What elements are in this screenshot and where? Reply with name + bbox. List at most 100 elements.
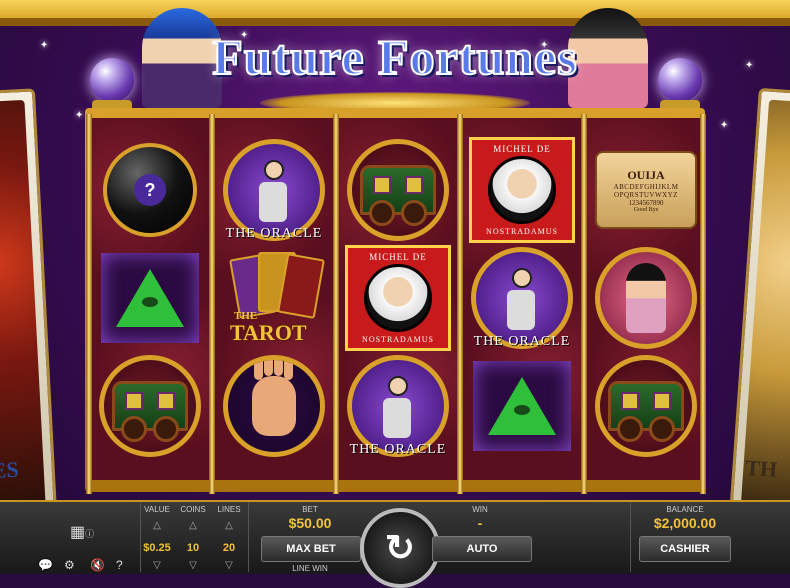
sparkle-icon: ✦ (75, 110, 84, 121)
symbol-gypsy-wagon (593, 352, 699, 460)
sparkle-icon: ✦ (40, 40, 49, 51)
reel-divider (700, 114, 706, 494)
pyramid-tile (101, 253, 199, 343)
symbol-all-seeing-pyramid (469, 352, 575, 460)
spin-arrow-icon: ↻ (384, 527, 416, 568)
oracle-label: THE ORACLE (225, 226, 323, 241)
magic-8-ball-icon: ? (103, 143, 197, 237)
value-down-arrow-icon[interactable]: ▽ (142, 560, 172, 571)
nostradamus-top-text: MICHEL DE (493, 144, 551, 154)
nostradamus-portrait (488, 156, 556, 224)
fortune-teller-right (568, 8, 648, 108)
ouija-numbers: 1234567890 (628, 198, 664, 207)
symbol-the-oracle: THE ORACLE (221, 136, 327, 244)
symbol-gypsy-wagon (97, 352, 203, 460)
nostradamus-portrait (364, 264, 432, 332)
symbol-the-tarot: THE TAROT (221, 244, 327, 352)
oracle-figure-icon (259, 160, 289, 222)
coins-amount: 10 (186, 542, 200, 554)
wagon-icon (360, 165, 436, 226)
nostradamus-bottom-text: NOSTRADAMUS (486, 227, 558, 236)
value-amount: $0.25 (143, 542, 171, 554)
right-card-text: TH (744, 454, 779, 483)
game-title: Future Fortunes (210, 10, 580, 105)
coins-down-arrow-icon[interactable]: ▽ (178, 560, 208, 571)
game-title-text: Future Fortunes (211, 28, 578, 86)
lines-up-arrow-icon[interactable]: △ (214, 520, 244, 531)
fortune-teller-tile (595, 247, 697, 349)
sparkle-icon: ✦ (720, 120, 729, 131)
symbol-nostradamus: MICHEL DE NOSTRADAMUS (469, 136, 575, 244)
symbol-all-seeing-pyramid (97, 244, 203, 352)
wagon-tile (347, 139, 449, 241)
balance-amount: $2,000.00 (653, 515, 717, 531)
oracle-figure-icon (507, 268, 537, 330)
symbol-gypsy-wagon (345, 136, 451, 244)
sparkle-icon: ✦ (745, 60, 754, 71)
oracle-figure-icon (383, 376, 413, 438)
divider (140, 502, 141, 572)
cashier-button[interactable]: CASHIER (639, 536, 731, 562)
ouija-board-icon: OUIJA ABCDEFGHIJKLM OPQRSTUVWXYZ 1234567… (595, 151, 697, 229)
wagon-tile (595, 355, 697, 457)
reel-divider (457, 114, 463, 494)
crystal-ball-icon (90, 58, 134, 102)
wagon-icon (608, 381, 684, 442)
symbol-nostradamus: MICHEL DE NOSTRADAMUS (345, 244, 451, 352)
palm-hand-icon (252, 360, 296, 436)
pyramid-eye-icon (488, 377, 556, 435)
reel-divider (581, 114, 587, 494)
eight-ball-question: ? (134, 174, 166, 206)
divider (630, 502, 631, 572)
reel-divider (86, 114, 92, 494)
sound-muted-icon[interactable]: 🔇 (90, 558, 105, 572)
reel-divider (209, 114, 215, 494)
nostradamus-tile: MICHEL DE NOSTRADAMUS (469, 137, 575, 243)
symbol-the-oracle: THE ORACLE (345, 352, 451, 460)
nostradamus-top-text: MICHEL DE (369, 252, 427, 262)
symbol-magic-8-ball: ? (97, 136, 203, 244)
spin-button[interactable]: ↻ (360, 508, 440, 588)
lines-down-arrow-icon[interactable]: ▽ (214, 560, 244, 571)
gear-icon[interactable]: ⚙ (64, 558, 75, 572)
pyramid-eye-icon (116, 269, 184, 327)
ouija-letters-row-2: OPQRSTUVWXYZ (614, 190, 678, 199)
symbol-palm-reading (221, 352, 327, 460)
divider (248, 502, 249, 572)
reel-divider (333, 114, 339, 494)
coins-label: COINS (180, 505, 206, 514)
bet-label: BET (302, 505, 318, 514)
tarot-tile: THE TAROT (224, 248, 325, 348)
coins-up-arrow-icon[interactable]: △ (178, 520, 208, 531)
symbol-the-oracle: THE ORACLE (469, 244, 575, 352)
ouija-letters-row-1: ABCDEFGHIJKLM (613, 182, 679, 191)
tarot-label: TAROT (230, 320, 307, 345)
fortune-teller-icon (626, 263, 666, 333)
symbol-ouija-board: OUIJA ABCDEFGHIJKLM OPQRSTUVWXYZ 1234567… (593, 136, 699, 244)
max-bet-button[interactable]: MAX BET (261, 536, 361, 562)
help-icon[interactable]: ? (116, 558, 123, 572)
auto-button[interactable]: AUTO (432, 536, 532, 562)
lines-amount: 20 (222, 542, 236, 554)
ouija-goodbye: Good Bye (633, 206, 659, 213)
paytable-icon[interactable]: ▦ⓘ (70, 522, 96, 542)
oracle-label: THE ORACLE (473, 334, 571, 349)
value-up-arrow-icon[interactable]: △ (142, 520, 172, 531)
win-label: WIN (472, 505, 488, 514)
oracle-label: THE ORACLE (349, 442, 447, 457)
chat-icon[interactable]: 💬 (38, 558, 53, 572)
nostradamus-tile: MICHEL DE NOSTRADAMUS (345, 245, 451, 351)
value-label: VALUE (144, 505, 170, 514)
bet-amount: $50.00 (288, 515, 332, 531)
wagon-tile (99, 355, 201, 457)
crystal-ball-icon (658, 58, 702, 102)
wagon-icon (112, 381, 188, 442)
ouija-title: OUIJA (627, 167, 665, 182)
left-card-text: ES (0, 456, 20, 484)
nostradamus-bottom-text: NOSTRADAMUS (362, 335, 434, 344)
win-amount: - (477, 515, 483, 531)
symbol-fortune-teller (593, 244, 699, 352)
palm-tile (223, 355, 325, 457)
balance-label: BALANCE (666, 505, 704, 514)
pyramid-tile (473, 361, 571, 451)
